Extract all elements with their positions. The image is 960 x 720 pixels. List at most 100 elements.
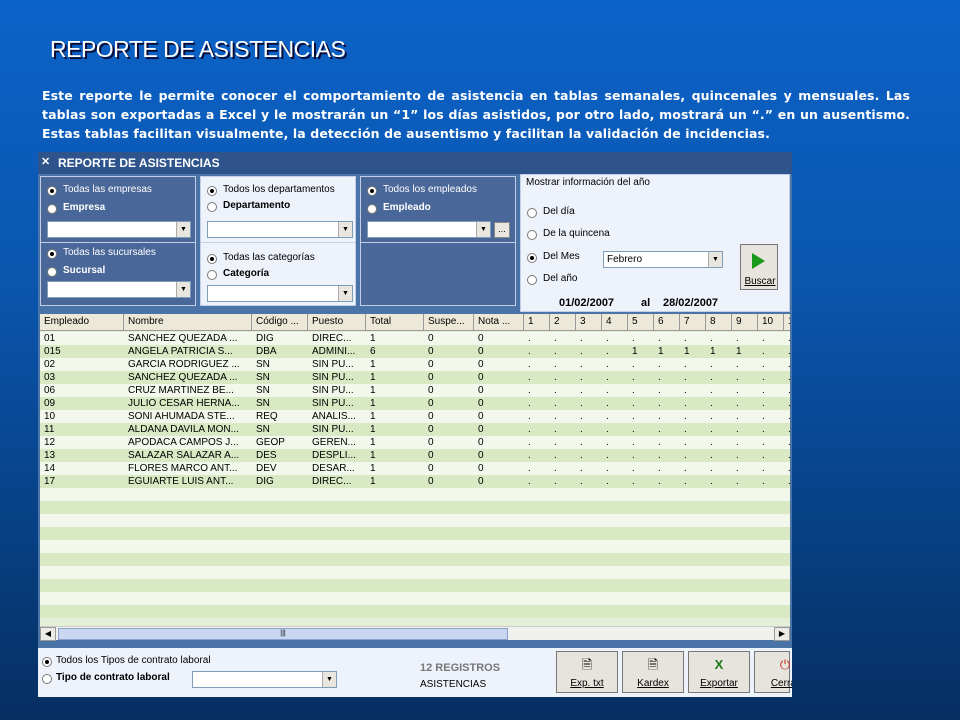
table-row[interactable] — [40, 527, 790, 540]
chevron-down-icon: ▼ — [176, 222, 190, 237]
radio-del-mes[interactable] — [527, 253, 537, 263]
table-cell: 10 — [44, 411, 56, 422]
radio-departamento[interactable] — [207, 202, 217, 212]
table-cell: 12 — [44, 437, 56, 448]
column-header[interactable]: Nombre — [124, 314, 252, 331]
table-cell: SIN PU... — [312, 398, 354, 409]
table-row[interactable] — [40, 566, 790, 579]
sucursal-select[interactable]: ▼ — [47, 281, 191, 298]
table-row[interactable]: 09 JULIO CESAR HERNA... SN SIN PU... 1 0 0....… — [40, 397, 790, 410]
table-cell: SALAZAR SALAZAR A... — [128, 450, 240, 461]
table-row[interactable] — [40, 488, 790, 501]
column-header[interactable]: Empleado — [40, 314, 124, 331]
table-cell: . — [658, 359, 661, 370]
column-header[interactable]: Total — [366, 314, 424, 331]
column-header[interactable]: 1 — [784, 314, 790, 331]
label-tipo-contrato: Tipo de contrato laboral — [56, 672, 170, 683]
column-header[interactable]: 10 — [758, 314, 784, 331]
table-cell: DIG — [256, 333, 274, 344]
departamento-select[interactable]: ▼ — [207, 221, 353, 238]
column-header[interactable]: 9 — [732, 314, 758, 331]
radio-todos-departamentos[interactable] — [207, 186, 217, 196]
radio-categoria[interactable] — [207, 270, 217, 280]
radio-empleado[interactable] — [367, 204, 377, 214]
radio-todas-empresas[interactable] — [47, 186, 57, 196]
radio-todas-sucursales[interactable] — [47, 249, 57, 259]
table-row[interactable]: 13 SALAZAR SALAZAR A... DES DESPLI... 1 0 0...… — [40, 449, 790, 462]
table-row[interactable]: 02 GARCIA RODRIGUEZ ... SN SIN PU... 1 0 0....… — [40, 358, 790, 371]
mes-select[interactable]: Febrero ▼ — [603, 251, 723, 268]
radio-todas-categorias[interactable] — [207, 254, 217, 264]
empleado-select[interactable]: ▼ — [367, 221, 491, 238]
table-row[interactable]: 06 CRUZ MARTINEZ BE... SN SIN PU... 1 0 0.....… — [40, 384, 790, 397]
table-cell: . — [736, 463, 739, 474]
label-mostrar-info: Mostrar información del año — [526, 177, 650, 188]
column-header[interactable]: Nota ... — [474, 314, 524, 331]
table-row[interactable] — [40, 501, 790, 514]
table-cell: 0 — [478, 463, 484, 474]
table-row[interactable] — [40, 514, 790, 527]
column-header[interactable]: 2 — [550, 314, 576, 331]
table-cell: 1 — [684, 346, 690, 357]
table-cell: . — [710, 385, 713, 396]
table-cell: . — [632, 424, 635, 435]
contrato-select[interactable]: ▼ — [192, 671, 337, 688]
column-header[interactable]: Puesto — [308, 314, 366, 331]
column-header[interactable]: 4 — [602, 314, 628, 331]
column-header[interactable]: 1 — [524, 314, 550, 331]
categoria-select[interactable]: ▼ — [207, 285, 353, 302]
table-row[interactable]: 11 ALDANA DAVILA MON... SN SIN PU... 1 0 0....… — [40, 423, 790, 436]
radio-tipo-contrato[interactable] — [42, 674, 52, 684]
buscar-button[interactable]: Buscar — [740, 244, 778, 290]
exp-txt-button[interactable]: 🗎 Exp. txt — [556, 651, 618, 693]
label-departamento: Departamento — [223, 200, 291, 211]
table-cell: 17 — [44, 476, 56, 487]
table-row[interactable] — [40, 579, 790, 592]
table-row[interactable] — [40, 553, 790, 566]
table-cell: ADMINI... — [312, 346, 356, 357]
table-row[interactable] — [40, 605, 790, 618]
table-cell: GARCIA RODRIGUEZ ... — [128, 359, 240, 370]
table-cell: . — [658, 476, 661, 487]
radio-todos-contratos[interactable] — [42, 657, 52, 667]
horizontal-scrollbar[interactable]: ◀ ||| ▶ — [40, 626, 790, 641]
column-header[interactable]: Código ... — [252, 314, 308, 331]
cerrar-button[interactable]: ⏻ Cerrar — [754, 651, 792, 693]
table-row[interactable]: 12 APODACA CAMPOS J... GEOP GEREN... 1 0 0....… — [40, 436, 790, 449]
table-row[interactable]: 015 ANGELA PATRICIA S... DBA ADMINI... 6 0 0..… — [40, 345, 790, 358]
table-cell: APODACA CAMPOS J... — [128, 437, 239, 448]
table-cell: 1 — [370, 333, 376, 344]
column-header[interactable]: 5 — [628, 314, 654, 331]
radio-empresa[interactable] — [47, 204, 57, 214]
table-row[interactable]: 01 SANCHEZ QUEZADA ... DIG DIREC... 1 0 0.....… — [40, 332, 790, 345]
column-header[interactable]: 7 — [680, 314, 706, 331]
empresa-select[interactable]: ▼ — [47, 221, 191, 238]
radio-del-anio[interactable] — [527, 275, 537, 285]
column-header[interactable]: 3 — [576, 314, 602, 331]
table-cell: 06 — [44, 385, 56, 396]
table-row[interactable]: 14 FLORES MARCO ANT... DEV DESAR... 1 0 0.....… — [40, 462, 790, 475]
radio-del-dia[interactable] — [527, 208, 537, 218]
radio-todos-empleados[interactable] — [367, 186, 377, 196]
column-header[interactable]: 8 — [706, 314, 732, 331]
table-cell: . — [684, 424, 687, 435]
table-cell: . — [554, 476, 557, 487]
table-row[interactable] — [40, 592, 790, 605]
empleado-search-button[interactable]: ... — [494, 222, 510, 238]
scroll-right-icon[interactable]: ▶ — [774, 627, 790, 641]
table-cell: 0 — [478, 385, 484, 396]
table-row[interactable] — [40, 540, 790, 553]
kardex-button[interactable]: 🗎 Kardex — [622, 651, 684, 693]
radio-sucursal[interactable] — [47, 267, 57, 277]
table-row[interactable]: 03 SANCHEZ QUEZADA ... SN SIN PU... 1 0 0.....… — [40, 371, 790, 384]
table-row[interactable]: 10 SONI AHUMADA STE... REQ ANALIS... 1 0 0....… — [40, 410, 790, 423]
scroll-thumb[interactable]: ||| — [58, 628, 508, 640]
exportar-button[interactable]: X Exportar — [688, 651, 750, 693]
table-cell: 0 — [478, 424, 484, 435]
scroll-left-icon[interactable]: ◀ — [40, 627, 56, 641]
table-row[interactable]: 17 EGUIARTE LUIS ANT... DIG DIREC... 1 0 0....… — [40, 475, 790, 488]
table-cell: . — [632, 333, 635, 344]
column-header[interactable]: Suspe... — [424, 314, 474, 331]
column-header[interactable]: 6 — [654, 314, 680, 331]
radio-de-quincena[interactable] — [527, 230, 537, 240]
